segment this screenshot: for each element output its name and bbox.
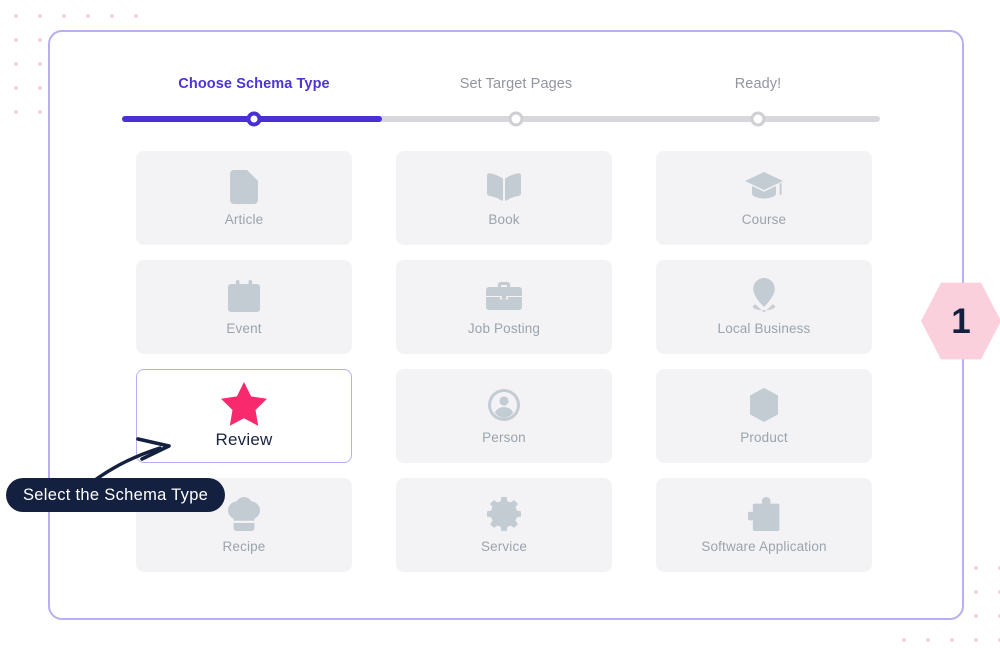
schema-card-label: Course <box>741 212 787 227</box>
schema-card-job-posting[interactable]: Job Posting <box>396 260 612 354</box>
stepper-knob-step-2[interactable] <box>508 111 524 127</box>
schema-card-article[interactable]: Article <box>136 151 352 245</box>
schema-card-label: Book <box>488 212 520 227</box>
schema-card-software-application[interactable]: Software Application <box>656 478 872 572</box>
puzzle-piece-icon <box>748 496 780 532</box>
schema-card-person[interactable]: Person <box>396 369 612 463</box>
chef-hat-icon <box>228 496 260 532</box>
schema-card-label: Job Posting <box>467 321 541 336</box>
schema-card-product[interactable]: Product <box>656 369 872 463</box>
wizard-stepper: Choose Schema Type Set Target Pages Read… <box>122 48 880 138</box>
step-label-ready[interactable]: Ready! <box>735 76 782 92</box>
calendar-star-icon <box>228 278 260 314</box>
map-pin-icon <box>749 278 779 314</box>
step-label-choose-schema-type[interactable]: Choose Schema Type <box>178 76 329 92</box>
schema-type-grid: Article Book Course Event Job Posting Lo… <box>136 151 872 572</box>
schema-card-course[interactable]: Course <box>656 151 872 245</box>
stepper-labels: Choose Schema Type Set Target Pages Read… <box>122 48 880 92</box>
stepper-knob-step-1[interactable] <box>246 111 262 127</box>
schema-card-label: Service <box>480 539 528 554</box>
star-icon <box>221 382 267 426</box>
schema-card-event[interactable]: Event <box>136 260 352 354</box>
document-icon <box>230 169 258 205</box>
stepper-knob-step-3[interactable] <box>750 111 766 127</box>
schema-card-book[interactable]: Book <box>396 151 612 245</box>
schema-card-label: Local Business <box>717 321 811 336</box>
schema-card-label: Article <box>224 212 264 227</box>
user-circle-icon <box>488 387 520 423</box>
open-book-icon <box>487 169 521 205</box>
stepper-track <box>122 116 880 122</box>
box-icon <box>748 387 780 423</box>
briefcase-icon <box>486 278 522 314</box>
schema-card-label: Product <box>740 430 788 445</box>
schema-card-review[interactable]: Review <box>136 369 352 463</box>
schema-card-label: Recipe <box>222 539 266 554</box>
schema-card-label: Review <box>215 430 273 449</box>
annotation-callout: Select the Schema Type <box>6 478 226 512</box>
gear-wrench-icon <box>487 496 521 532</box>
schema-card-local-business[interactable]: Local Business <box>656 260 872 354</box>
schema-card-service[interactable]: Service <box>396 478 612 572</box>
graduation-cap-icon <box>745 169 783 205</box>
step-label-set-target-pages[interactable]: Set Target Pages <box>460 76 573 92</box>
schema-card-label: Person <box>482 430 526 445</box>
schema-card-label: Software Application <box>701 539 827 554</box>
step-number-badge-label: 1 <box>951 301 971 341</box>
schema-card-label: Event <box>226 321 262 336</box>
